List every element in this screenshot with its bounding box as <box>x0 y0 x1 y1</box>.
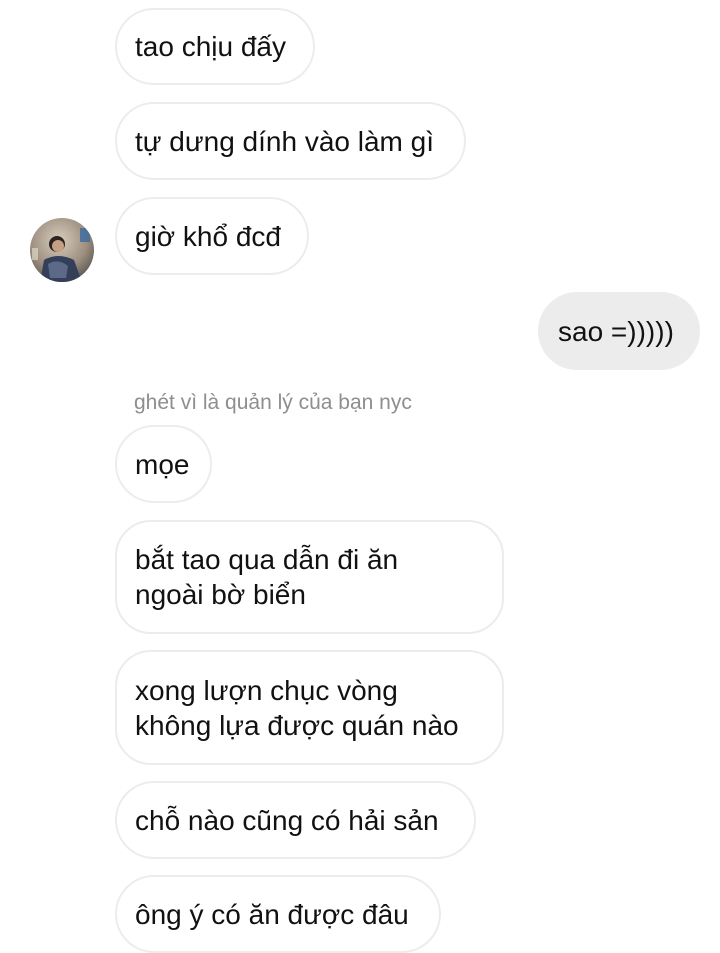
message-text: ông ý có ăn được đâu <box>135 898 409 930</box>
message-bubble-received[interactable]: tự dưng dính vào làm gì <box>115 102 466 180</box>
message-bubble-received[interactable]: bắt tao qua dẫn đi ăn ngoài bờ biển <box>115 520 504 634</box>
message-bubble-received[interactable]: ông ý có ăn được đâu <box>115 875 441 953</box>
message-bubble-received[interactable]: giờ khổ đcđ <box>115 197 309 275</box>
avatar-photo-icon <box>30 218 94 282</box>
message-text: tao chịu đấy <box>135 31 286 62</box>
reply-note: ghét vì là quản lý của bạn nyc <box>134 391 412 414</box>
contact-avatar[interactable] <box>30 218 94 282</box>
message-text: bắt tao qua dẫn đi ăn ngoài bờ biển <box>135 544 399 610</box>
message-bubble-received[interactable]: tao chịu đấy <box>115 8 315 85</box>
message-text: xong lượn chục vòng không lựa được quán … <box>135 674 459 741</box>
message-bubble-received[interactable]: mọe <box>115 425 212 503</box>
message-text: mọe <box>135 448 190 480</box>
message-text: giờ khổ đcđ <box>135 220 282 252</box>
message-text: chỗ nào cũng có hải sản <box>135 804 439 836</box>
message-bubble-received[interactable]: xong lượn chục vòng không lựa được quán … <box>115 650 504 765</box>
message-text: tự dưng dính vào làm gì <box>135 125 434 157</box>
message-text: sao =))))) <box>558 315 674 347</box>
message-bubble-sent[interactable]: sao =))))) <box>538 292 700 370</box>
message-bubble-received[interactable]: chỗ nào cũng có hải sản <box>115 781 476 859</box>
